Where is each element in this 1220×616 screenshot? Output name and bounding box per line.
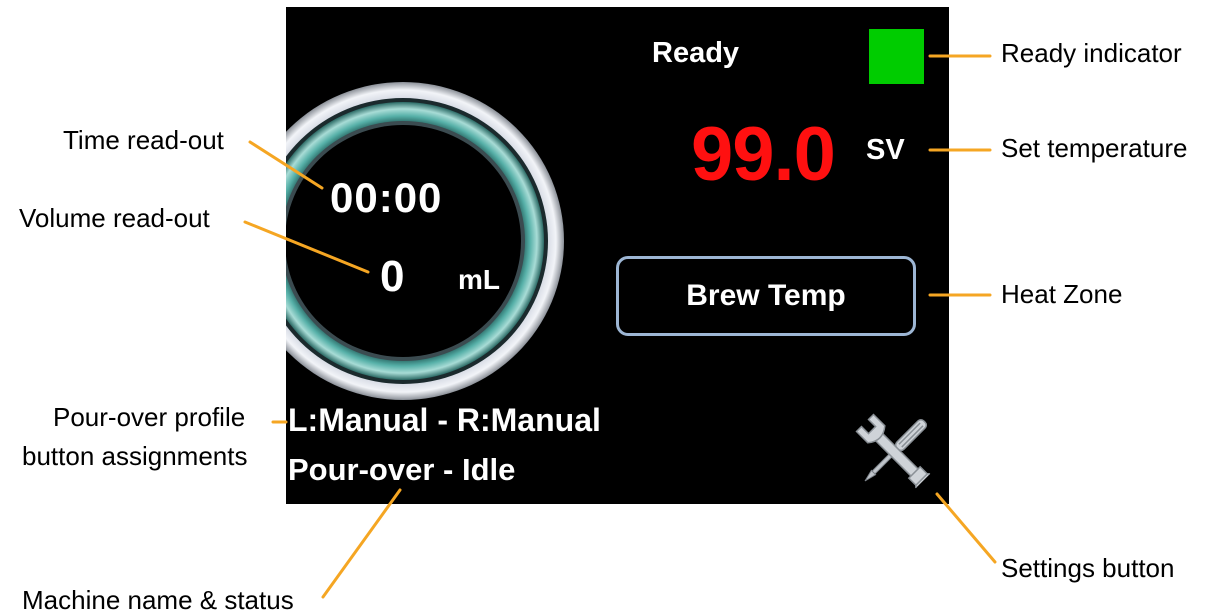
callout-profile-line2: button assignments: [22, 441, 248, 471]
callout-set-temperature: Set temperature: [1001, 133, 1188, 163]
dial-ring: [286, 80, 566, 402]
callout-time-readout: Time read-out: [63, 125, 224, 155]
machine-status: Pour-over - Idle: [288, 452, 516, 487]
leader-settings-button: [935, 492, 997, 564]
callout-settings-button: Settings button: [1001, 553, 1175, 583]
leader-machine-status: [321, 488, 402, 599]
heat-zone-button-label: Brew Temp: [686, 279, 846, 312]
set-temperature-value: 99.0: [691, 112, 836, 197]
heat-zone-button[interactable]: Brew Temp: [616, 256, 916, 336]
profile-assignments: L:Manual - R:Manual: [288, 402, 601, 438]
callout-heat-zone: Heat Zone: [1001, 279, 1123, 309]
callout-machine-name-status: Machine name & status: [22, 585, 294, 615]
device-screen: 00:00 0 mL Ready 99.0 SV Brew Temp L:Man…: [286, 7, 949, 504]
callout-volume-readout: Volume read-out: [19, 203, 210, 233]
volume-readout: 0: [380, 252, 405, 301]
settings-button[interactable]: [849, 407, 939, 497]
volume-unit: mL: [458, 264, 500, 295]
time-readout: 00:00: [330, 174, 443, 221]
callout-profile-line1: Pour-over profile: [53, 402, 246, 432]
ready-status-text: Ready: [652, 37, 740, 69]
set-value-suffix: SV: [866, 134, 905, 166]
wrench-screwdriver-icon: [855, 413, 931, 489]
ready-indicator: [869, 29, 924, 84]
callout-ready-indicator: Ready indicator: [1001, 38, 1182, 68]
